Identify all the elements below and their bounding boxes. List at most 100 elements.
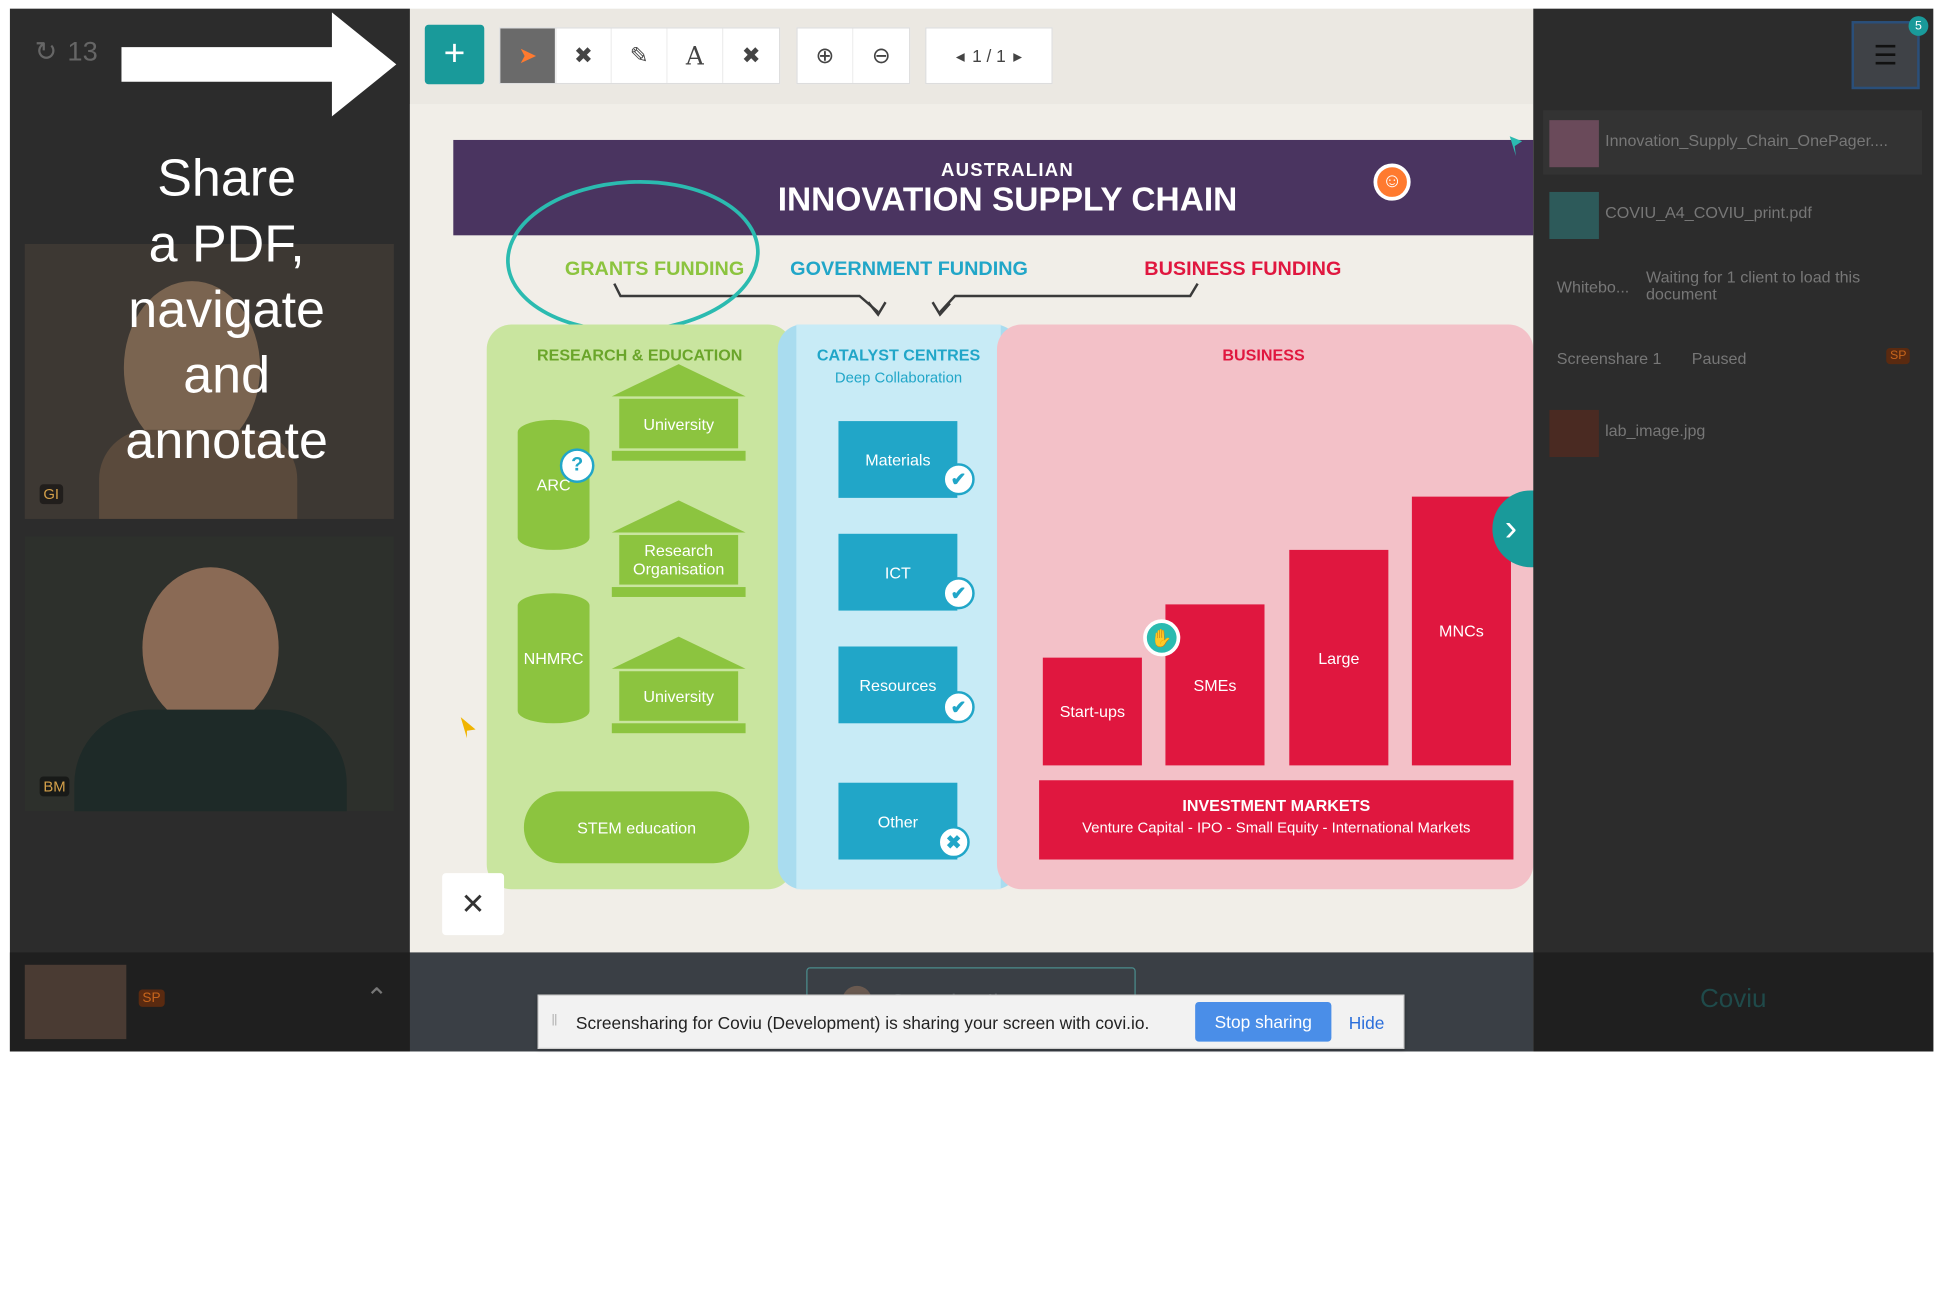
close-icon: ✖ bbox=[573, 42, 593, 68]
investment-markets-box: INVESTMENT MARKETS Venture Capital - IPO… bbox=[1039, 780, 1514, 860]
pencil-icon: ✎ bbox=[629, 42, 649, 68]
circle-annotation bbox=[506, 180, 760, 333]
text-tool-button[interactable]: A bbox=[668, 28, 724, 83]
screenshare-name: Screenshare 1 bbox=[1556, 349, 1662, 368]
zoom-out-icon: ⊖ bbox=[871, 42, 891, 68]
business-bar: SMEs bbox=[1165, 604, 1265, 766]
research-org-label: Research Organisation bbox=[619, 535, 739, 585]
plus-icon: + bbox=[443, 33, 466, 75]
close-icon: ✕ bbox=[460, 887, 486, 921]
catalyst-subtitle: Deep Collaboration bbox=[834, 369, 963, 387]
thumbs-up-stamp-icon[interactable]: ✋ bbox=[1143, 619, 1181, 657]
catalyst-title: CATALYST CENTRES bbox=[816, 345, 981, 365]
university-label: University bbox=[619, 398, 739, 449]
pointer-tool-button[interactable]: ➤ bbox=[500, 28, 557, 83]
clear-tool-button[interactable]: ✖ bbox=[556, 28, 612, 83]
catalyst-item: Resources bbox=[838, 646, 958, 724]
research-title: RESEARCH & EDUCATION bbox=[536, 345, 743, 365]
university-building: University bbox=[611, 364, 746, 463]
close-icon: ✖ bbox=[741, 42, 761, 68]
documents-panel: ☰ 5 Innovation_Supply_Chain_OnePager....… bbox=[1533, 8, 1934, 1052]
whiteboard-status: Waiting for 1 client to load this docume… bbox=[1645, 267, 1861, 304]
image-item[interactable]: lab_image.jpg bbox=[1543, 400, 1922, 464]
research-org-building: Research Organisation bbox=[611, 500, 746, 599]
call-timer: ↻ 13 bbox=[35, 36, 98, 68]
screenshare-badge: SP bbox=[1886, 348, 1911, 365]
close-document-button[interactable]: ✕ bbox=[442, 873, 505, 936]
participant-video bbox=[142, 567, 279, 729]
document-item[interactable]: Innovation_Supply_Chain_OnePager.... bbox=[1543, 110, 1923, 175]
participant-badge: GI bbox=[39, 484, 63, 505]
add-button[interactable]: + bbox=[424, 24, 485, 85]
pdf-page[interactable]: AUSTRALIAN INNOVATION SUPPLY CHAIN ☺ GRA… bbox=[409, 104, 1534, 953]
video-tile-2[interactable]: BM bbox=[24, 536, 394, 812]
screenshare-item[interactable]: Screenshare 1 Paused SP bbox=[1543, 328, 1922, 392]
whiteboard-name: Whitebo... bbox=[1556, 277, 1630, 297]
image-thumbnail bbox=[1549, 409, 1599, 458]
overlay-line: and bbox=[183, 345, 271, 404]
chevron-right-icon: › bbox=[1504, 507, 1518, 549]
next-page-icon[interactable]: ▸ bbox=[1013, 45, 1022, 66]
question-stamp-icon[interactable]: ? bbox=[559, 448, 595, 484]
document-thumbnail bbox=[1549, 120, 1599, 168]
screenshare-notice-text: Screensharing for Coviu (Development) is… bbox=[575, 1013, 1150, 1033]
university-building: University bbox=[611, 636, 746, 736]
zoom-toolbar: ⊕ ⊖ bbox=[796, 27, 911, 85]
stem-cloud: STEM education bbox=[523, 791, 750, 864]
text-icon: A bbox=[685, 40, 704, 71]
overlay-line: navigate bbox=[128, 279, 325, 339]
pointer-icon: ➤ bbox=[518, 42, 537, 68]
investment-markets-subtitle: Venture Capital - IPO - Small Equity - I… bbox=[1082, 818, 1471, 836]
nhmrc-cylinder: NHMRC bbox=[517, 593, 590, 724]
layers-icon: ☰ bbox=[1873, 39, 1898, 70]
business-bar: Large bbox=[1289, 549, 1389, 766]
check-icon[interactable]: ✔ bbox=[942, 463, 975, 496]
zoom-in-icon: ⊕ bbox=[815, 42, 835, 68]
chevron-up-icon[interactable]: ⌃ bbox=[365, 982, 388, 1014]
pencil-tool-button[interactable]: ✎ bbox=[612, 28, 668, 83]
screenshare-notification: ‖ Screensharing for Coviu (Development) … bbox=[537, 994, 1405, 1050]
drag-handle-icon[interactable]: ‖ bbox=[551, 1011, 558, 1030]
document-item[interactable]: COVIU_A4_COVIU_print.pdf bbox=[1543, 182, 1922, 246]
participant-badge: BM bbox=[39, 776, 70, 797]
self-video bbox=[24, 964, 127, 1040]
participant-body bbox=[74, 709, 347, 812]
cross-icon[interactable]: ✖ bbox=[937, 826, 970, 859]
business-bar: Start-ups bbox=[1042, 657, 1142, 766]
self-view-bar: SP ⌃ bbox=[9, 952, 410, 1052]
image-name: lab_image.jpg bbox=[1605, 421, 1706, 440]
annotation-toolbar: ➤ ✖ ✎ A ✖ bbox=[499, 27, 781, 85]
zoom-in-button[interactable]: ⊕ bbox=[798, 28, 854, 83]
catalyst-item: ICT bbox=[838, 533, 958, 611]
business-title: BUSINESS bbox=[1222, 345, 1305, 365]
screenshare-status: Paused bbox=[1691, 349, 1747, 368]
university-label: University bbox=[619, 671, 739, 721]
overlay-line: annotate bbox=[125, 411, 328, 470]
document-thumbnail bbox=[1549, 191, 1599, 240]
catalyst-item: Materials bbox=[838, 421, 958, 498]
page-indicator: 1 / 1 bbox=[972, 45, 1006, 66]
participants-panel: ↻ 13 GI BM Share a PDF, navigate and ann… bbox=[9, 8, 410, 1052]
hide-link[interactable]: Hide bbox=[1349, 1013, 1385, 1033]
stop-sharing-button[interactable]: Stop sharing bbox=[1195, 1001, 1332, 1042]
brand-bar: Coviu bbox=[1533, 952, 1934, 1052]
annotation-overlay-text: Share a PDF, navigate and annotate bbox=[59, 145, 393, 473]
refresh-icon[interactable]: ↻ bbox=[35, 36, 58, 68]
page-navigator: ◂ 1 / 1 ▸ bbox=[925, 27, 1053, 85]
arc-cylinder: ARC bbox=[517, 419, 590, 550]
arrow-annotation bbox=[121, 12, 397, 117]
layers-count-badge: 5 bbox=[1908, 16, 1929, 36]
overlay-line: Share bbox=[157, 148, 297, 207]
check-icon[interactable]: ✔ bbox=[942, 691, 975, 724]
prev-page-icon[interactable]: ◂ bbox=[956, 45, 965, 66]
erase-all-button[interactable]: ✖ bbox=[723, 28, 779, 82]
document-name: COVIU_A4_COVIU_print.pdf bbox=[1605, 203, 1812, 222]
zoom-out-button[interactable]: ⊖ bbox=[853, 28, 909, 82]
overlay-line: a PDF, bbox=[148, 214, 305, 273]
document-name: Innovation_Supply_Chain_OnePager.... bbox=[1605, 131, 1888, 150]
whiteboard-item[interactable]: Whitebo... Waiting for 1 client to load … bbox=[1543, 256, 1922, 320]
check-icon[interactable]: ✔ bbox=[942, 577, 975, 610]
investment-markets-title: INVESTMENT MARKETS bbox=[1182, 796, 1371, 815]
brand-logo: Coviu bbox=[1700, 984, 1767, 1014]
timer-text: 13 bbox=[67, 35, 98, 67]
